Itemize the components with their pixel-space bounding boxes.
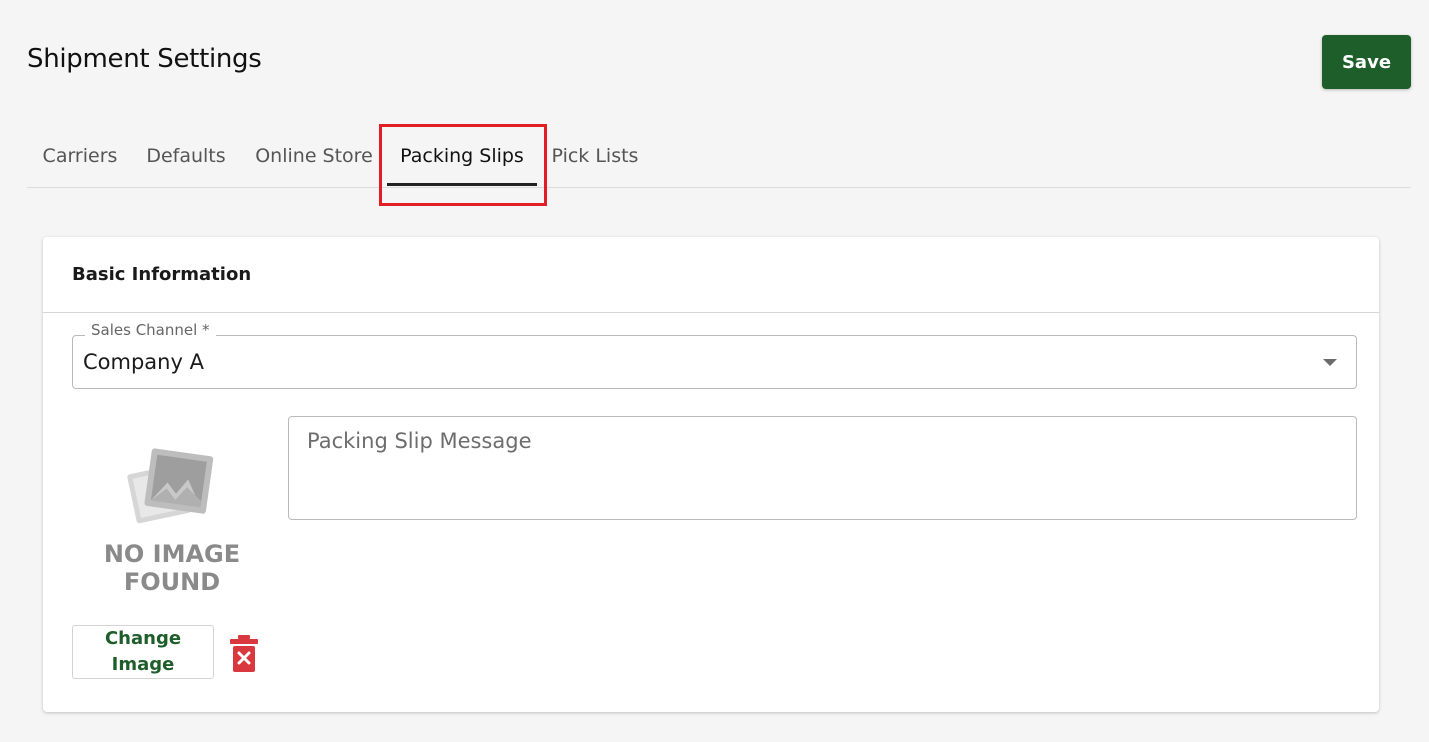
- packing-slip-message-input[interactable]: [288, 416, 1357, 520]
- chevron-down-icon: [1323, 359, 1337, 366]
- sales-channel-select[interactable]: Sales Channel * Company A: [72, 321, 1357, 389]
- no-image-text: NO IMAGE FOUND: [103, 540, 241, 596]
- basic-information-card: Basic Information Sales Channel * Compan…: [43, 237, 1379, 712]
- trash-x-icon[interactable]: [229, 635, 259, 673]
- active-tab-indicator: [387, 183, 537, 186]
- page-title: Shipment Settings: [27, 44, 262, 74]
- tab-online-store[interactable]: Online Store: [241, 124, 387, 187]
- tab-pick-lists[interactable]: Pick Lists: [539, 124, 651, 187]
- tab-bar: Carriers Defaults Online Store Packing S…: [27, 124, 1411, 188]
- tab-carriers[interactable]: Carriers: [27, 124, 133, 187]
- card-title: Basic Information: [43, 237, 1379, 313]
- change-image-button[interactable]: Change Image: [72, 625, 214, 679]
- sales-channel-label: Sales Channel *: [85, 321, 216, 339]
- tab-packing-slips[interactable]: Packing Slips: [387, 124, 537, 187]
- save-button[interactable]: Save: [1322, 35, 1411, 89]
- tab-defaults[interactable]: Defaults: [133, 124, 239, 187]
- sales-channel-value: Company A: [83, 350, 204, 374]
- image-placeholder-icon: [127, 448, 214, 524]
